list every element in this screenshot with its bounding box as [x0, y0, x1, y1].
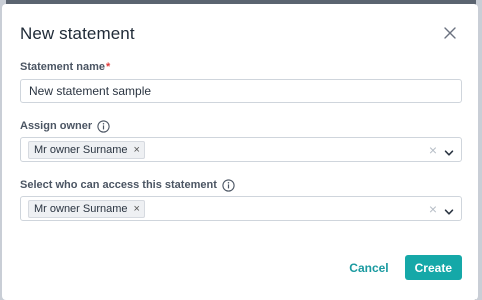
- dialog-header: New statement: [20, 24, 460, 48]
- chip-remove-icon[interactable]: ×: [134, 142, 140, 158]
- assign-owner-label-text: Assign owner: [20, 120, 93, 132]
- required-asterisk: *: [105, 61, 111, 73]
- statement-name-field: Statement name *: [20, 60, 462, 103]
- access-label-text: Select who can access this statement: [20, 179, 217, 191]
- access-field: Select who can access this statement Mr …: [20, 178, 462, 221]
- create-button[interactable]: Create: [404, 255, 462, 280]
- statement-name-label-text: Statement name: [20, 61, 105, 73]
- info-icon[interactable]: [97, 119, 110, 133]
- access-select[interactable]: Mr owner Surname × ×: [20, 196, 462, 221]
- dialog-actions: Cancel Create: [349, 255, 462, 280]
- chevron-down-icon[interactable]: [444, 145, 454, 156]
- clear-icon[interactable]: ×: [429, 201, 437, 217]
- info-icon[interactable]: [222, 178, 235, 192]
- owner-chip: Mr owner Surname ×: [28, 141, 145, 159]
- clear-icon[interactable]: ×: [429, 142, 437, 158]
- access-chip-label: Mr owner Surname: [34, 203, 128, 215]
- dialog-title: New statement: [20, 24, 135, 43]
- access-label: Select who can access this statement: [20, 178, 462, 192]
- statement-name-input[interactable]: [20, 79, 462, 103]
- cancel-button[interactable]: Cancel: [349, 261, 388, 275]
- assign-owner-select[interactable]: Mr owner Surname × ×: [20, 137, 462, 162]
- chip-remove-icon[interactable]: ×: [134, 201, 140, 217]
- close-icon[interactable]: [442, 25, 458, 41]
- access-chip: Mr owner Surname ×: [28, 200, 145, 218]
- assign-owner-label: Assign owner: [20, 119, 462, 133]
- assign-owner-field: Assign owner Mr owner Surname × ×: [20, 119, 462, 162]
- new-statement-dialog: New statement Statement name * Assign ow…: [2, 4, 478, 300]
- statement-name-label: Statement name *: [20, 60, 462, 74]
- owner-chip-label: Mr owner Surname: [34, 144, 128, 156]
- chevron-down-icon[interactable]: [444, 204, 454, 215]
